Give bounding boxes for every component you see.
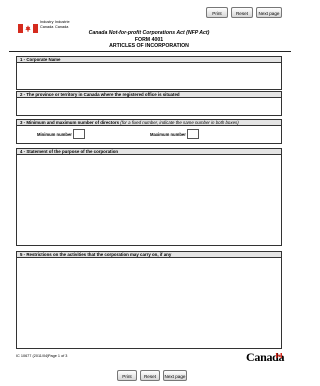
- section-3-label: 3 - Minimum and maximum number of direct…: [20, 120, 120, 125]
- form-code: IC 10677 (2011/04): [16, 354, 49, 358]
- print-button[interactable]: Print: [206, 7, 228, 18]
- section-3-heading: 3 - Minimum and maximum number of direct…: [16, 119, 282, 126]
- section-5-heading: 5 - Restrictions on the activities that …: [16, 251, 282, 258]
- next-page-button-bottom[interactable]: Next page: [163, 370, 187, 381]
- print-button-bottom[interactable]: Print: [117, 370, 137, 381]
- form-title: ARTICLES OF INCORPORATION: [109, 43, 189, 49]
- canada-flag-icon: [18, 20, 38, 33]
- form-number: FORM 4001: [134, 36, 164, 43]
- next-page-button[interactable]: Next page: [256, 7, 282, 18]
- act-title: Canada Not-for-profit Corporations Act (…: [88, 30, 210, 36]
- max-number-input[interactable]: [187, 129, 199, 139]
- wordmark-flag-icon: [276, 345, 282, 358]
- directors-box: Minimum number Maximum number: [16, 126, 282, 144]
- reset-button-bottom[interactable]: Reset: [140, 370, 160, 381]
- reset-button[interactable]: Reset: [231, 7, 253, 18]
- page-indicator: Page 1 of 3: [48, 354, 68, 358]
- section-2-heading: 2 - The province or territory in Canada …: [16, 91, 282, 98]
- province-field[interactable]: [16, 98, 282, 116]
- min-number-input[interactable]: [73, 129, 85, 139]
- section-3-note: (for a fixed number, indicate the same n…: [120, 120, 239, 125]
- restrictions-field[interactable]: [16, 258, 282, 349]
- section-1-heading: 1 - Corporate Name: [16, 56, 282, 63]
- dept-name-en: Industry Canada: [40, 20, 54, 29]
- section-4-heading: 4 - Statement of the purpose of the corp…: [16, 148, 282, 155]
- dept-name-fr: Industrie Canada: [55, 20, 70, 29]
- header-divider: [9, 51, 291, 52]
- purpose-field[interactable]: [16, 155, 282, 246]
- max-number-label: Maximum number: [150, 132, 186, 137]
- corporate-name-field[interactable]: [16, 63, 282, 90]
- min-number-label: Minimum number: [37, 132, 72, 137]
